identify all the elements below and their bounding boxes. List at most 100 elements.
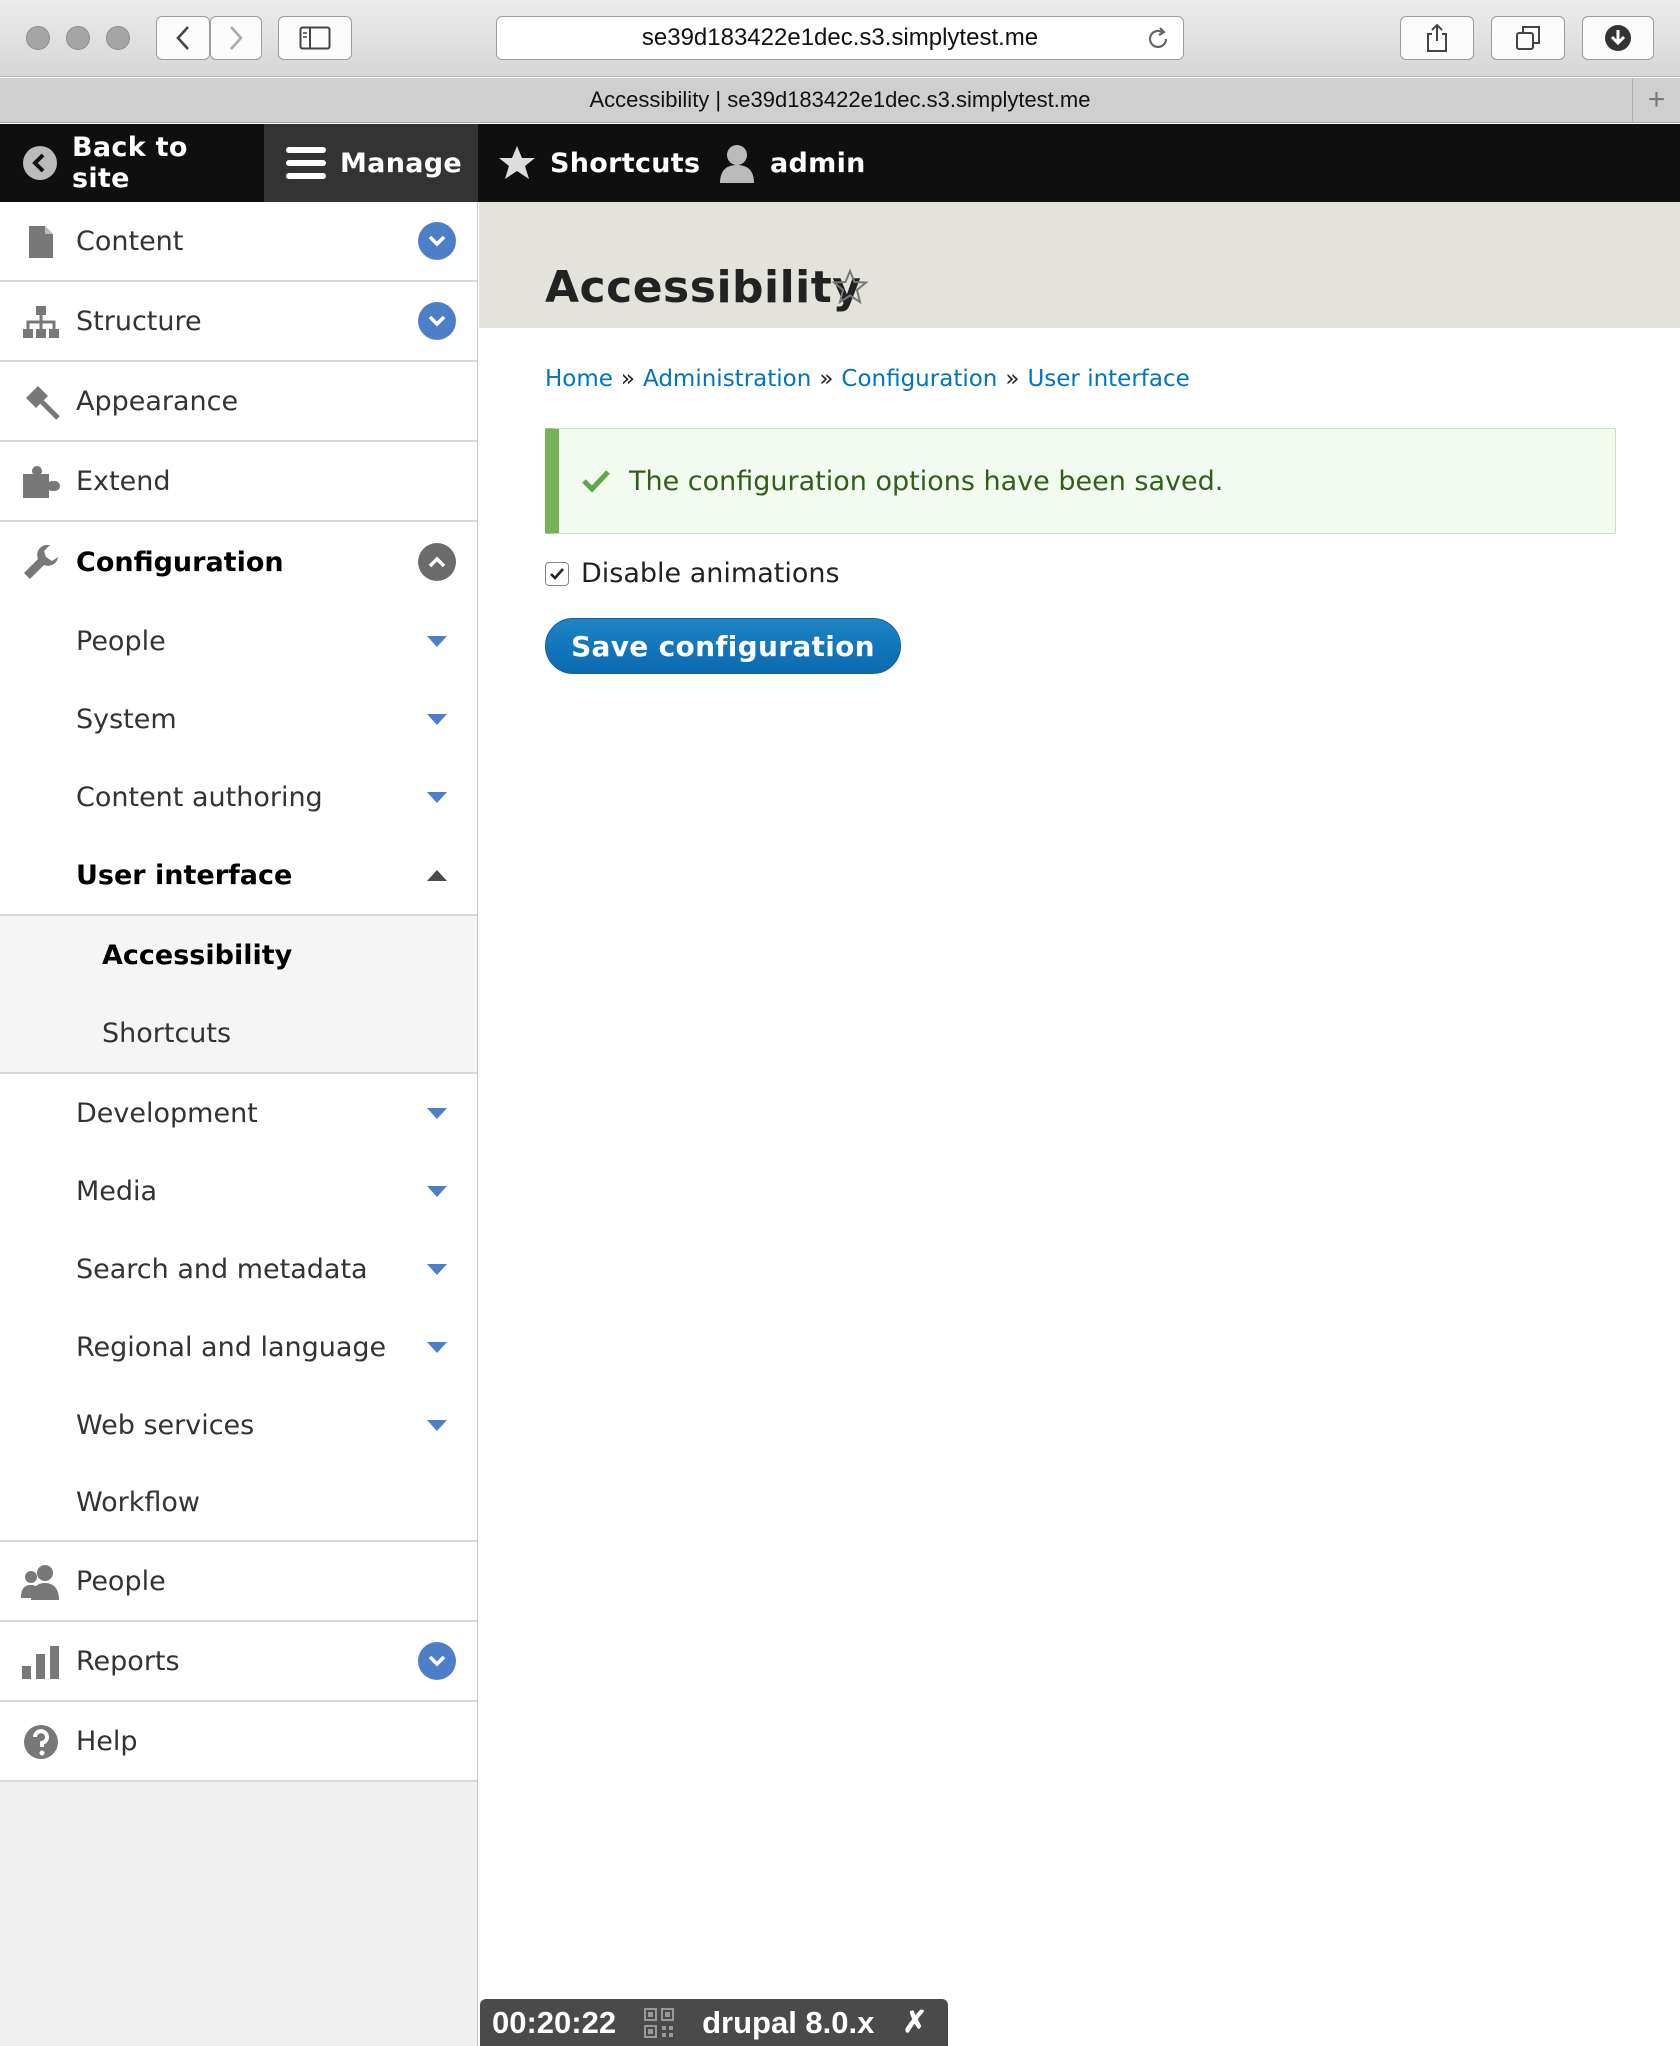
caret-down-icon[interactable] [427, 1185, 447, 1197]
page-header: Accessibility [479, 202, 1680, 328]
admin-toolbar: Back to site Manage Shortcuts admin [0, 124, 1680, 202]
user-interface-submenu: Accessibility Shortcuts [0, 914, 477, 1074]
sidebar-item-reports[interactable]: Reports [0, 1622, 477, 1702]
save-configuration-button[interactable]: Save configuration [545, 618, 901, 674]
document-icon [20, 222, 62, 262]
sidebar-item-config-people[interactable]: People [0, 602, 477, 680]
caret-down-icon[interactable] [427, 1419, 447, 1431]
tabs-icon [1516, 26, 1540, 50]
sidebar-item-extend[interactable]: Extend [0, 442, 477, 522]
main-content: Accessibility Home » Administration » Co… [479, 202, 1680, 2046]
collapse-toggle-configuration[interactable] [418, 543, 456, 581]
breadcrumb-home[interactable]: Home [545, 366, 613, 392]
sidebar-item-structure[interactable]: Structure [0, 282, 477, 362]
sidebar-item-content-authoring[interactable]: Content authoring [0, 758, 477, 836]
paint-brush-icon [20, 382, 62, 422]
caret-down-icon[interactable] [427, 791, 447, 803]
puzzle-icon [20, 462, 62, 502]
status-message: The configuration options have been save… [545, 428, 1616, 534]
session-overlay: 00:20:22 drupal 8.0.x ✗ [480, 1999, 948, 2046]
window-zoom-button[interactable] [106, 26, 130, 50]
sidebar-item-help[interactable]: Help [0, 1702, 477, 1782]
back-to-site-link[interactable]: Back to site [0, 124, 264, 202]
chevron-up-icon [428, 556, 446, 568]
help-icon [20, 1722, 62, 1762]
address-bar[interactable]: se39d183422e1dec.s3.simplytest.me [496, 16, 1184, 60]
downloads-button[interactable] [1582, 16, 1654, 60]
close-overlay-button[interactable]: ✗ [902, 2005, 927, 2040]
star-outline-icon[interactable] [831, 268, 869, 306]
people-icon [20, 1562, 62, 1602]
breadcrumb: Home » Administration » Configuration » … [545, 366, 1190, 392]
share-icon [1427, 23, 1447, 52]
admin-sidebar: Content Structure Appearance Extend Conf… [0, 202, 478, 2046]
shortcuts-label: Shortcuts [550, 147, 701, 179]
new-tab-button[interactable]: + [1632, 78, 1680, 122]
tab-bar: Accessibility | se39d183422e1dec.s3.simp… [0, 78, 1680, 123]
expand-toggle-structure[interactable] [418, 302, 456, 340]
breadcrumb-user-interface[interactable]: User interface [1027, 366, 1189, 392]
version-tag: drupal 8.0.x [702, 2004, 875, 2040]
checkmark-icon [581, 468, 611, 494]
sidebar-item-media[interactable]: Media [0, 1152, 477, 1230]
disable-animations-field: Disable animations [545, 558, 840, 589]
sidebar-item-workflow[interactable]: Workflow [0, 1464, 477, 1542]
user-tab[interactable]: admin [718, 124, 888, 202]
sidebar-item-development[interactable]: Development [0, 1074, 477, 1152]
browser-back-button[interactable] [156, 16, 210, 60]
star-icon [498, 144, 536, 182]
browser-toolbar: se39d183422e1dec.s3.simplytest.me [0, 0, 1680, 77]
download-icon [1605, 25, 1631, 51]
disable-animations-checkbox[interactable] [545, 561, 569, 586]
bar-chart-icon [20, 1642, 62, 1682]
caret-down-icon[interactable] [427, 713, 447, 725]
shortcuts-tab[interactable]: Shortcuts [478, 124, 718, 202]
sidebar-item-content[interactable]: Content [0, 202, 477, 282]
back-arrow-icon [22, 145, 58, 181]
session-timer: 00:20:22 [492, 2004, 617, 2040]
url-text: se39d183422e1dec.s3.simplytest.me [641, 24, 1039, 51]
sidebar-item-system[interactable]: System [0, 680, 477, 758]
page-title: Accessibility [545, 262, 862, 313]
tab-title[interactable]: Accessibility | se39d183422e1dec.s3.simp… [590, 87, 1091, 113]
caret-down-icon[interactable] [427, 1107, 447, 1119]
manage-tab[interactable]: Manage [264, 124, 478, 202]
sidebar-item-configuration[interactable]: Configuration [0, 522, 477, 602]
sidebar-item-ui-shortcuts[interactable]: Shortcuts [0, 994, 477, 1072]
back-to-site-label: Back to site [72, 132, 188, 194]
sidebar-item-regional-language[interactable]: Regional and language [0, 1308, 477, 1386]
sidebar-item-web-services[interactable]: Web services [0, 1386, 477, 1464]
reload-icon[interactable] [1145, 26, 1171, 52]
breadcrumb-configuration[interactable]: Configuration [841, 366, 997, 392]
caret-up-icon[interactable] [427, 869, 447, 881]
sidebar-item-appearance[interactable]: Appearance [0, 362, 477, 442]
sidebar-item-search-metadata[interactable]: Search and metadata [0, 1230, 477, 1308]
sidebar-item-people[interactable]: People [0, 1542, 477, 1622]
browser-forward-button[interactable] [210, 16, 262, 60]
caret-down-icon[interactable] [427, 1341, 447, 1353]
user-icon [718, 143, 756, 183]
sidebar-item-user-interface[interactable]: User interface [0, 836, 477, 914]
qr-code-icon[interactable] [644, 2007, 675, 2038]
chevron-left-icon [176, 26, 189, 50]
disable-animations-label[interactable]: Disable animations [581, 558, 840, 589]
caret-down-icon[interactable] [427, 1263, 447, 1275]
share-button[interactable] [1400, 16, 1474, 60]
chevron-down-icon [428, 1655, 446, 1667]
user-label: admin [770, 147, 866, 179]
breadcrumb-separator: » [1005, 366, 1020, 392]
breadcrumb-separator: » [819, 366, 834, 392]
caret-down-icon[interactable] [427, 635, 447, 647]
tabs-overview-button[interactable] [1491, 16, 1565, 60]
breadcrumb-separator: » [620, 366, 635, 392]
window-minimize-button[interactable] [66, 26, 90, 50]
sidebar-toggle-button[interactable] [278, 16, 352, 60]
breadcrumb-administration[interactable]: Administration [643, 366, 811, 392]
checkmark-icon [550, 567, 564, 580]
expand-toggle-content[interactable] [418, 222, 456, 260]
status-message-text: The configuration options have been save… [629, 465, 1224, 497]
window-close-button[interactable] [26, 26, 50, 50]
sidebar-item-accessibility[interactable]: Accessibility [0, 916, 477, 994]
wrench-icon [20, 542, 62, 582]
expand-toggle-reports[interactable] [418, 1642, 456, 1680]
